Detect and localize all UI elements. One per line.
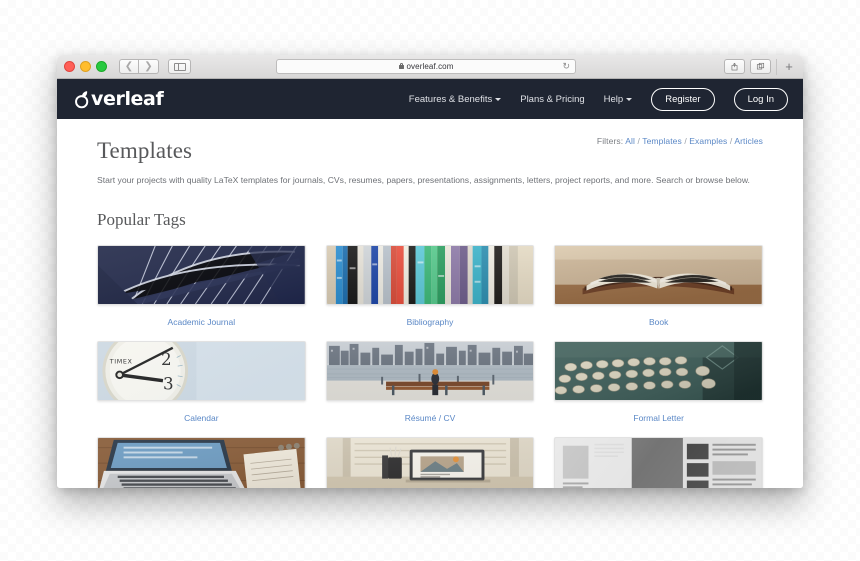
register-button[interactable]: Register: [651, 87, 715, 111]
colorful-book-spines-image: [326, 245, 534, 304]
section-title-popular-tags: Popular Tags: [97, 209, 186, 229]
nav-item-plans-label: Plans & Pricing: [520, 93, 585, 105]
chevron-down-icon: [495, 97, 502, 101]
open-book-on-table-image: [555, 245, 762, 304]
chevron-down-icon: [626, 97, 633, 101]
tag-thumbnail-bibliography[interactable]: [325, 244, 535, 305]
chevron-right-icon: ❯: [144, 61, 153, 72]
back-button[interactable]: ❮: [119, 59, 139, 74]
filters-label: Filters:: [596, 136, 624, 146]
newspaper-pages-image: [555, 437, 762, 488]
tag-label-book[interactable]: Book: [554, 305, 763, 341]
forward-button[interactable]: ❯: [139, 59, 159, 74]
sidebar-toggle-button[interactable]: [168, 59, 191, 74]
filter-separator: /: [729, 136, 733, 146]
tag-thumbnail-book[interactable]: [554, 244, 763, 305]
reload-icon[interactable]: ↻: [562, 62, 570, 71]
url-text: overleaf.com: [406, 62, 454, 71]
login-button[interactable]: Log In: [733, 87, 788, 111]
tag-grid: Academic Journal Bibliography Book 2 3 T…: [97, 244, 763, 488]
tag-thumbnail-formal-letter[interactable]: [554, 340, 763, 401]
city-skyline-bench-image: [326, 341, 534, 400]
tag-card-row3-1[interactable]: [97, 436, 306, 488]
browser-tools: +: [724, 58, 797, 75]
site-nav: Features & Benefits Plans & Pricing Help…: [408, 87, 788, 111]
architecture-steel-structure-image: [98, 245, 305, 304]
tag-thumbnail-row3-2[interactable]: [325, 436, 535, 488]
browser-window: ❮ ❯ overleaf.com ↻ + verleaf Features & …: [57, 55, 803, 488]
tag-card-row3-3[interactable]: [554, 436, 763, 488]
filter-separator: /: [684, 136, 687, 146]
nav-item-features[interactable]: Features & Benefits: [408, 93, 502, 105]
sidebar-toggle-icon: [173, 62, 186, 71]
tag-label-academic-journal[interactable]: Academic Journal: [97, 305, 306, 341]
vintage-typewriter-image: [555, 341, 762, 400]
tag-thumbnail-academic-journal[interactable]: [97, 244, 306, 305]
tag-label-formal-letter[interactable]: Formal Letter: [554, 401, 763, 437]
tablet-on-desk-by-window-image: [326, 437, 534, 488]
overleaf-logo[interactable]: verleaf: [74, 88, 164, 110]
laptop-and-notebook-desk-image: [98, 437, 305, 488]
tabs-overview-icon: [756, 62, 765, 70]
nav-item-features-label: Features & Benefits: [408, 93, 493, 105]
address-bar[interactable]: overleaf.com ↻: [276, 59, 576, 74]
tag-thumbnail-row3-3[interactable]: [554, 436, 763, 488]
page-description: Start your projects with quality LaTeX t…: [97, 175, 750, 185]
tabs-overview-button[interactable]: [750, 59, 771, 74]
tag-thumbnail-row3-1[interactable]: [97, 436, 306, 488]
overleaf-leaf-icon: [74, 90, 91, 109]
page-content: Filters: All / Templates / Examples / Ar…: [57, 119, 803, 488]
filter-templates[interactable]: Templates: [642, 136, 682, 146]
lock-icon: [398, 62, 404, 69]
share-button[interactable]: [724, 59, 745, 74]
maximize-window-button[interactable]: [96, 61, 107, 72]
timex-wall-clock-image: 2 3 TIMEX: [98, 341, 305, 400]
new-tab-button[interactable]: +: [776, 58, 797, 75]
tag-thumbnail-calendar[interactable]: 2 3 TIMEX: [97, 340, 306, 401]
site-header: verleaf Features & Benefits Plans & Pric…: [57, 79, 803, 119]
tag-card-book[interactable]: Book: [554, 244, 763, 341]
browser-toolbar: ❮ ❯ overleaf.com ↻ +: [57, 55, 803, 79]
tag-card-bibliography[interactable]: Bibliography: [325, 244, 535, 341]
tag-card-row3-2[interactable]: [325, 436, 535, 488]
chevron-left-icon: ❮: [124, 61, 134, 72]
filter-examples[interactable]: Examples: [689, 136, 727, 146]
close-window-button[interactable]: [64, 61, 75, 72]
tag-label-resume-calendar[interactable]: Calendar: [97, 401, 306, 437]
filter-separator: /: [637, 136, 640, 146]
tag-card-resume-cv[interactable]: Résumé / CV: [325, 340, 535, 437]
navigation-buttons: ❮ ❯: [119, 59, 191, 74]
share-icon: [731, 62, 738, 71]
tag-card-calendar[interactable]: 2 3 TIMEX Calendar: [97, 340, 306, 437]
tag-card-formal-letter[interactable]: Formal Letter: [554, 340, 763, 437]
tag-thumbnail-resume-cv[interactable]: [325, 340, 535, 401]
tag-card-academic-journal[interactable]: Academic Journal: [97, 244, 306, 341]
nav-item-help[interactable]: Help: [604, 94, 633, 105]
nav-item-plans[interactable]: Plans & Pricing: [520, 94, 584, 105]
tag-label-bibliography[interactable]: Bibliography: [326, 305, 535, 341]
window-traffic-lights: [64, 61, 107, 72]
tag-label-resume-cv[interactable]: Résumé / CV: [326, 401, 535, 437]
minimize-window-button[interactable]: [80, 61, 91, 72]
nav-item-help-label: Help: [603, 93, 624, 105]
filter-articles[interactable]: Articles: [734, 136, 763, 146]
overleaf-wordmark: verleaf: [91, 88, 164, 110]
filter-all[interactable]: All: [625, 136, 635, 146]
